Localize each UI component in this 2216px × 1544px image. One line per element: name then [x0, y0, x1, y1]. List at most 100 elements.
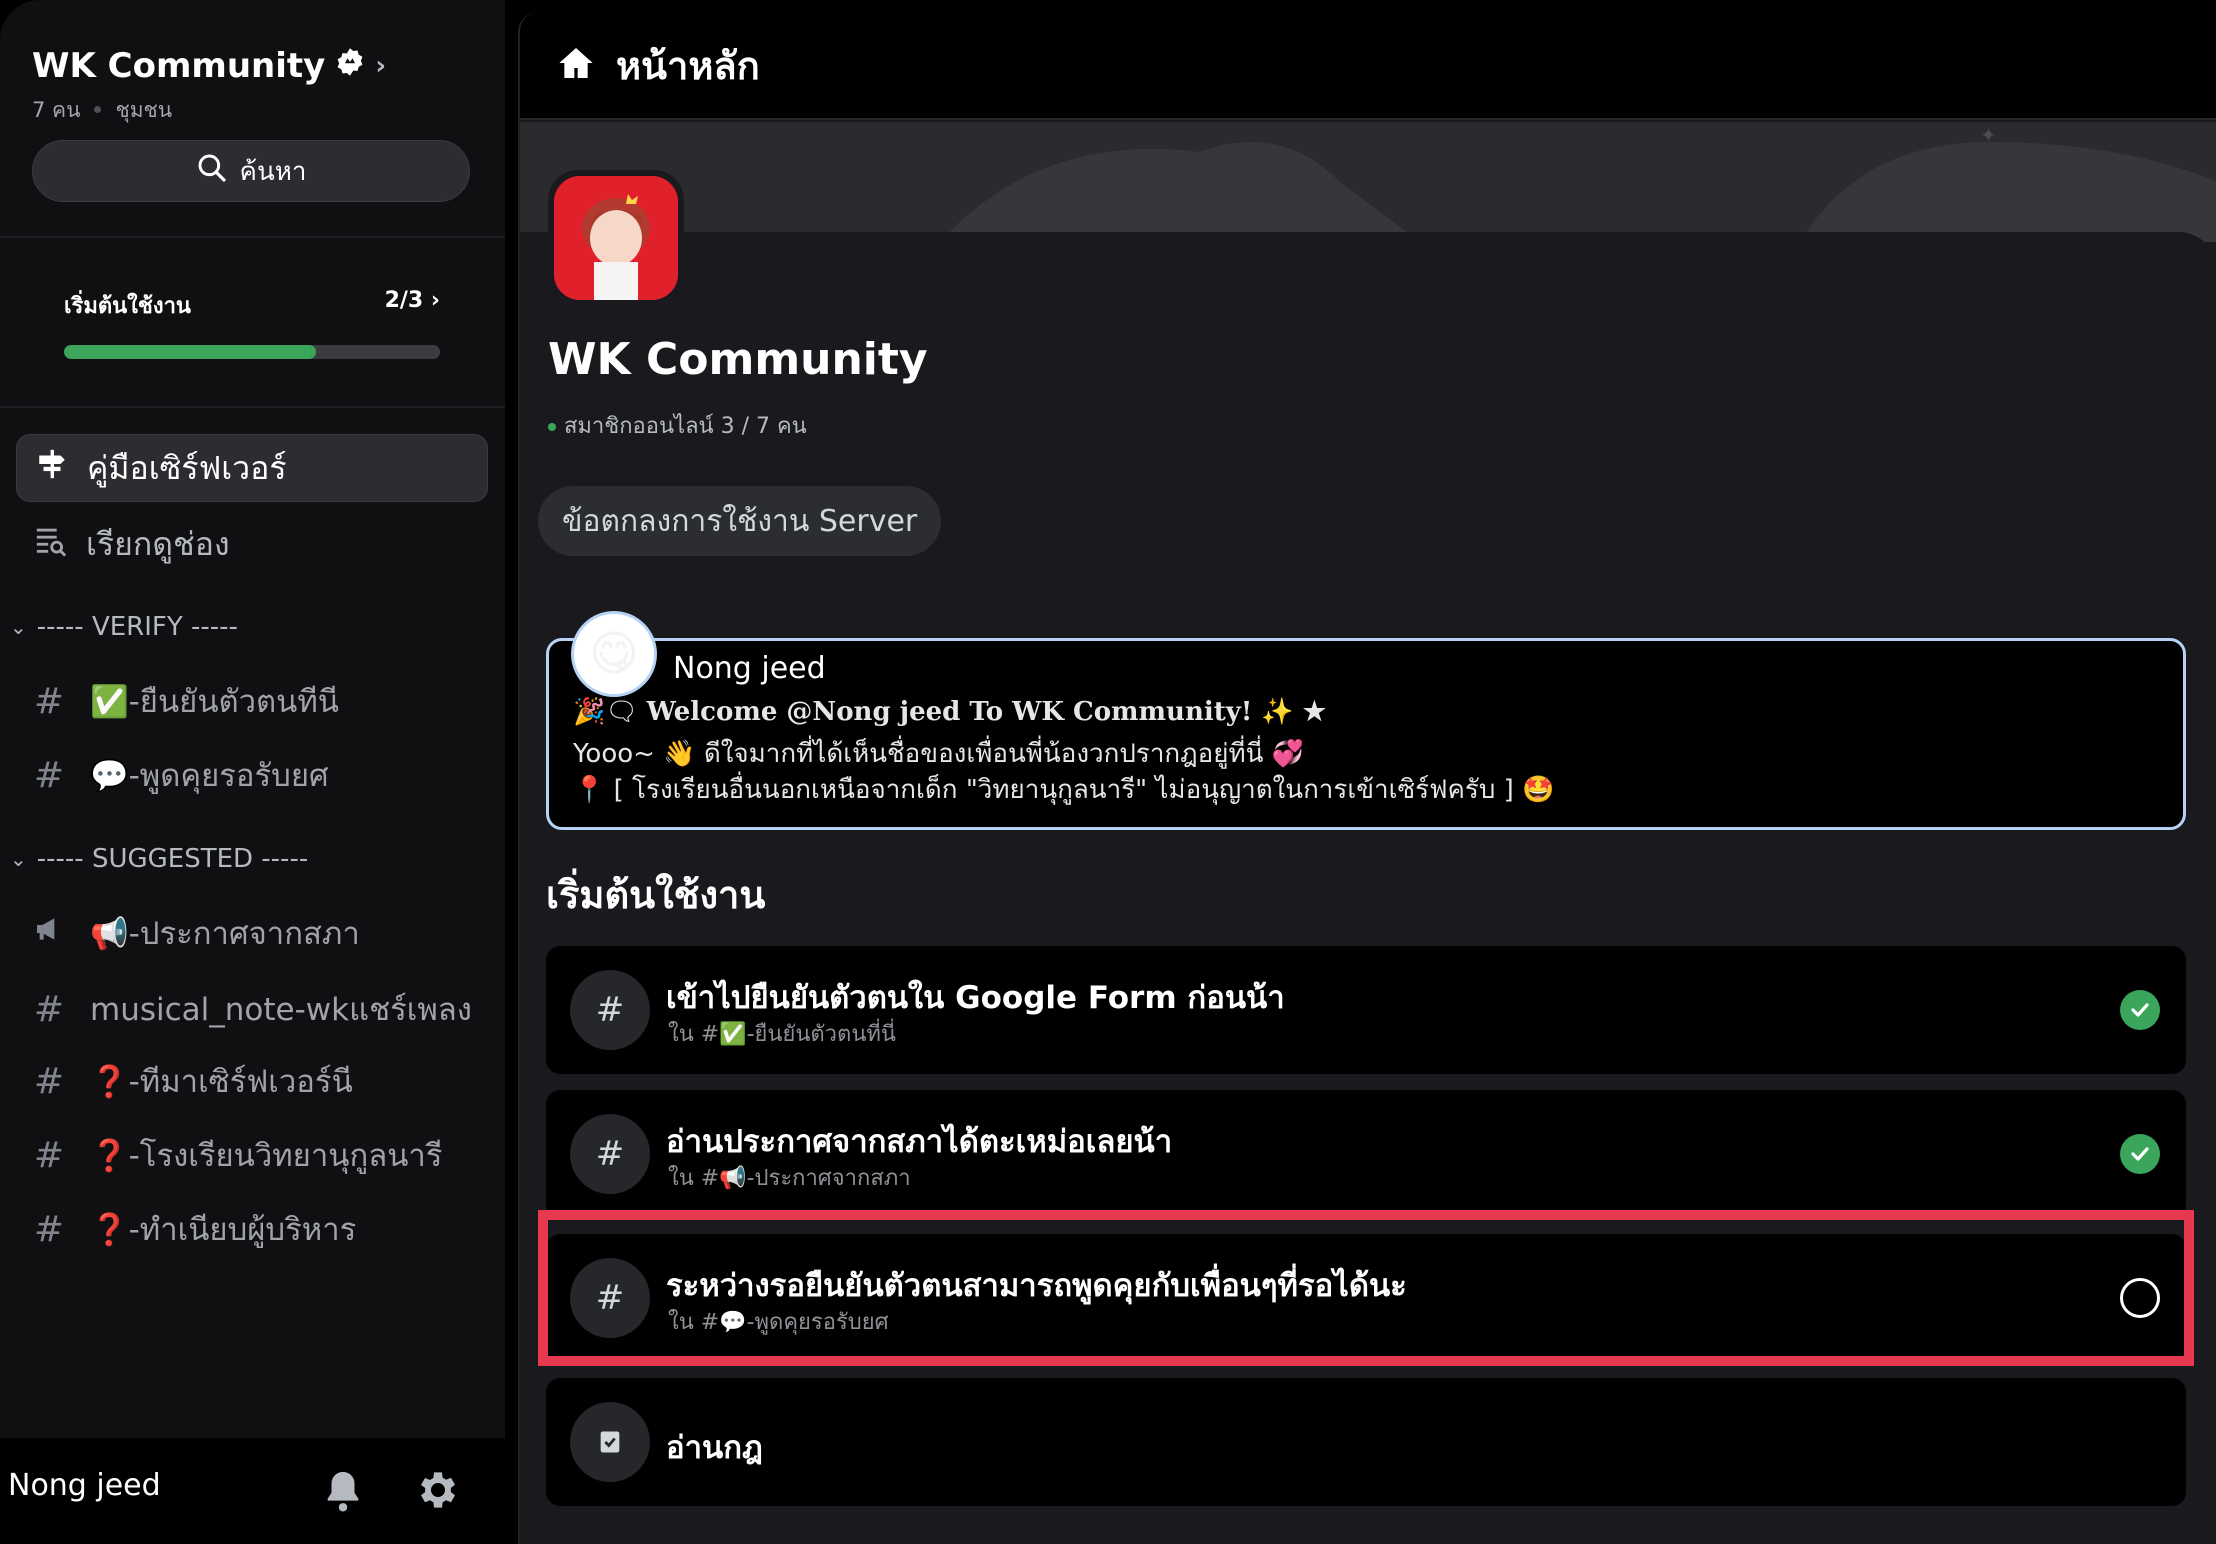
- channel-announcements[interactable]: 📢-ประกาศจากสภา: [32, 908, 360, 958]
- speech-bubble-emoji-icon: 💬: [90, 758, 129, 794]
- onboarding-progress-text: 2/3: [384, 288, 424, 313]
- chevron-right-icon: ›: [375, 51, 387, 81]
- question-emoji-icon: ❓: [90, 1064, 129, 1100]
- server-sidebar: WK Community › 7 คน ชุมชน ค้นหา เริ่มต้นใ…: [0, 0, 505, 1544]
- task-title: ระหว่างรอยืนยันตัวตนสามารถพูดคุยกับเพื่อ…: [666, 1268, 1407, 1304]
- channel-label: -ทำเนียบผู้บริหาร: [128, 1212, 357, 1248]
- divider: [0, 406, 505, 408]
- username[interactable]: Nong jeed: [8, 1468, 161, 1503]
- channel-server-origin[interactable]: # ❓-ทีมาเซิร์ฟเวอร์นี: [32, 1056, 353, 1106]
- welcome-line-1: 🎉🗨 Welcome @Nong jeed To WK Community! ✨…: [573, 697, 1326, 727]
- channel-label: -ทีมาเซิร์ฟเวอร์นี: [128, 1064, 353, 1100]
- category-suggested[interactable]: ⌄ ----- SUGGESTED -----: [10, 844, 308, 874]
- gear-icon[interactable]: [414, 1466, 462, 1518]
- divider: [0, 236, 505, 238]
- checkmark-icon: [2120, 990, 2160, 1030]
- hash-icon: #: [33, 1060, 65, 1102]
- welcome-line-3: 📍 [ โรงเรียนอื่นนอกเหนือจากเด็ก "วิทยานุ…: [573, 775, 1555, 805]
- hash-icon: #: [33, 1134, 65, 1176]
- svg-text:✦: ✦: [1980, 123, 1997, 147]
- server-name: WK Community: [32, 46, 326, 86]
- rules-icon: [570, 1402, 650, 1482]
- category-label: ----- VERIFY -----: [36, 612, 238, 642]
- progress-bar: [64, 345, 440, 359]
- channel-chat-waiting[interactable]: # 💬-พูดคุยรอรับยศ: [32, 750, 329, 800]
- hash-icon: #: [33, 680, 65, 722]
- channel-label: -ประกาศจากสภา: [128, 916, 360, 952]
- server-type: ชุมชน: [115, 98, 173, 122]
- party-emoji-icon: 🎉🗨: [573, 697, 639, 727]
- nav-label: เรียกดูช่อง: [86, 524, 230, 563]
- browse-channels-icon: [34, 523, 68, 565]
- server-banner: ✦: [520, 122, 2216, 242]
- onboarding-label: เริ่มต้นใช้งาน: [64, 294, 191, 319]
- server-title: WK Community: [548, 334, 928, 385]
- online-dot-icon: [548, 423, 556, 431]
- welcome-line-2: Yooo~ 👋 ดีใจมากที่ได้เห็นชื่อของเพื่อนพี…: [573, 739, 1305, 769]
- task-title: เข้าไปยืนยันตัวตนใน Google Form ก่อนน้า: [666, 980, 1285, 1016]
- welcome-author[interactable]: Nong jeed: [673, 651, 826, 686]
- category-verify[interactable]: ⌄ ----- VERIFY -----: [10, 612, 238, 642]
- nav-browse-channels[interactable]: เรียกดูช่อง: [16, 510, 488, 578]
- online-text: สมาชิกออนไลน์ 3 / 7 คน: [564, 414, 807, 439]
- task-title: อ่านประกาศจากสภาได้ตะเหม่อเลยน้า: [666, 1124, 1173, 1160]
- search-button[interactable]: ค้นหา: [32, 140, 470, 202]
- signpost-icon: [35, 447, 69, 489]
- hash-icon: #: [33, 988, 65, 1030]
- task-channel: ใน #💬-พูดคุยรอรับยศ: [668, 1310, 889, 1335]
- question-emoji-icon: ❓: [90, 1138, 129, 1174]
- channel-verify[interactable]: # ✅-ยืนยันตัวตนทีนี: [32, 676, 339, 726]
- hash-icon: #: [570, 970, 650, 1050]
- welcome-line-1-text: Welcome @Nong jeed To WK Community! ✨ ★: [646, 697, 1327, 727]
- nav-label: คู่มือเซิร์ฟเวอร์: [87, 448, 287, 487]
- page-title: หน้าหลัก: [616, 43, 760, 88]
- megaphone-icon: [32, 913, 66, 954]
- hash-icon: #: [33, 754, 65, 796]
- user-panel: Nong jeed: [0, 1438, 505, 1544]
- task-item[interactable]: # อ่านประกาศจากสภาได้ตะเหม่อเลยน้า ใน #📢…: [546, 1090, 2186, 1218]
- task-channel: ใน #✅-ยืนยันตัวตนที่นี่: [668, 1022, 896, 1047]
- incomplete-circle-icon: [2120, 1278, 2160, 1318]
- search-icon: [196, 152, 228, 191]
- channel-executives[interactable]: # ❓-ทำเนียบผู้บริหาร: [32, 1204, 356, 1254]
- channel-label: -ยืนยันตัวตนทีนี: [128, 684, 339, 720]
- task-item[interactable]: # เข้าไปยืนยันตัวตนใน Google Form ก่อนน้…: [546, 946, 2186, 1074]
- task-item[interactable]: อ่านกฎ: [546, 1378, 2186, 1506]
- section-title: เริ่มต้นใช้งาน: [546, 873, 766, 917]
- task-channel: ใน #📢-ประกาศจากสภา: [668, 1166, 911, 1191]
- hash-icon: #: [570, 1258, 650, 1338]
- search-label: ค้นหา: [239, 156, 307, 187]
- chevron-down-icon: ⌄: [10, 615, 27, 639]
- channel-label: -พูดคุยรอรับยศ: [128, 758, 329, 794]
- hash-icon: #: [570, 1114, 650, 1194]
- main-panel: หน้าหลัก ✦ WK Community สมาชิกออนไลน์ 3 …: [518, 12, 2216, 1544]
- check-emoji-icon: ✅: [90, 684, 129, 720]
- hash-icon: #: [33, 1208, 65, 1250]
- chevron-down-icon: ⌄: [10, 847, 27, 871]
- community-badge-icon: [335, 46, 365, 86]
- task-item[interactable]: # ระหว่างรอยืนยันตัวตนสามารถพูดคุยกับเพื…: [546, 1234, 2186, 1362]
- channel-label: -โรงเรียนวิทยานุกูลนารี: [128, 1138, 443, 1174]
- nav-server-guide[interactable]: คู่มือเซิร์ฟเวอร์: [16, 434, 488, 502]
- server-avatar: [548, 170, 684, 306]
- task-title: อ่านกฎ: [666, 1430, 763, 1466]
- megaphone-emoji-icon: 📢: [90, 916, 129, 952]
- server-header[interactable]: WK Community ›: [32, 46, 386, 86]
- member-count: 7 คน: [32, 98, 81, 122]
- onboarding-progress[interactable]: เริ่มต้นใช้งาน 2/3 ›: [64, 288, 440, 359]
- question-emoji-icon: ❓: [90, 1212, 129, 1248]
- channel-school[interactable]: # ❓-โรงเรียนวิทยานุกูลนารี: [32, 1130, 443, 1180]
- server-meta: 7 คน ชุมชน: [32, 94, 172, 127]
- progress-fill: [64, 345, 316, 359]
- home-icon: [556, 43, 596, 87]
- chevron-right-icon: ›: [430, 288, 440, 313]
- bell-icon[interactable]: [320, 1466, 366, 1520]
- top-bar: หน้าหลัก: [520, 12, 2216, 120]
- checkmark-icon: [2120, 1134, 2160, 1174]
- channel-music[interactable]: # musical_note-wkแชร์เพลง: [32, 984, 472, 1034]
- channel-label: musical_note-wkแชร์เพลง: [90, 992, 472, 1028]
- avatar[interactable]: 😋: [571, 611, 657, 697]
- server-rules-button[interactable]: ข้อตกลงการใช้งาน Server: [538, 486, 942, 556]
- online-status: สมาชิกออนไลน์ 3 / 7 คน: [548, 408, 807, 443]
- category-label: ----- SUGGESTED -----: [36, 844, 309, 874]
